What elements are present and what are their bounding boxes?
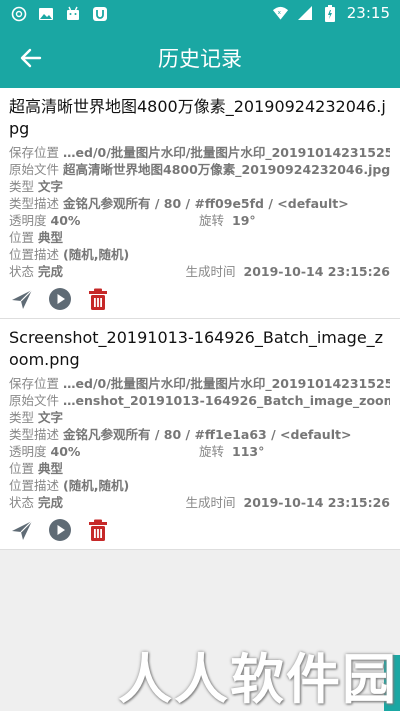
type-value: 文字 <box>38 410 64 425</box>
position-desc-label: 位置描述 <box>9 478 60 493</box>
position-row: 位置 典型 <box>9 460 390 477</box>
app-icon <box>91 5 108 22</box>
position-row: 位置 典型 <box>9 229 390 246</box>
share-icon[interactable] <box>10 518 34 542</box>
type-desc-value: 金铭凡参观所有 / 80 / #ff09e5fd / <default> <box>63 196 349 211</box>
position-value: 典型 <box>38 230 64 245</box>
position-desc-value: (随机,随机) <box>63 478 130 493</box>
status-bar: x 23:15 <box>0 0 400 28</box>
type-label: 类型 <box>9 179 35 194</box>
file-name: Screenshot_20191013-164926_Batch_image_z… <box>9 328 384 369</box>
signal-icon <box>297 5 314 22</box>
play-icon[interactable] <box>48 287 72 311</box>
rotate-label: 旋转 <box>199 444 225 459</box>
save-path-label: 保存位置 <box>9 376 60 391</box>
opacity-rotate-row: 透明度 40% 旋转 19° <box>9 212 390 229</box>
image-icon <box>37 5 54 22</box>
position-desc-label: 位置描述 <box>9 247 60 262</box>
position-desc-row: 位置描述 (随机,随机) <box>9 246 390 263</box>
rotate-value: 19° <box>232 213 256 228</box>
save-path-label: 保存位置 <box>9 145 60 160</box>
app-bar: 历史记录 <box>0 28 400 88</box>
position-label: 位置 <box>9 230 35 245</box>
file-name: 超高清晰世界地图4800万像素_20190924232046.jpg <box>9 97 386 138</box>
history-list: 超高清晰世界地图4800万像素_20190924232046.jpg 保存位置…… <box>0 88 400 550</box>
source-file-value: 超高清晰世界地图4800万像素_20190924232046.jpg <box>63 162 390 177</box>
time-label: 生成时间 <box>185 264 236 279</box>
type-desc-label: 类型描述 <box>9 196 60 211</box>
save-path-row: 保存位置 …ed/0/批量图片水印/批量图片水印_20191014231525 <box>9 144 390 161</box>
rotate-label: 旋转 <box>199 213 225 228</box>
type-row: 类型 文字 <box>9 178 390 195</box>
state-value: 完成 <box>38 495 64 510</box>
share-icon[interactable] <box>10 287 34 311</box>
type-desc-label: 类型描述 <box>9 427 60 442</box>
type-desc-value: 金铭凡参观所有 / 80 / #ff1e1a63 / <default> <box>63 427 352 442</box>
wifi-icon: x <box>272 5 289 22</box>
wechat-icon <box>10 5 27 22</box>
battery-icon <box>322 4 339 22</box>
state-time-row: 状态 完成 生成时间 2019-10-14 23:15:26 <box>9 494 390 511</box>
time-value: 2019-10-14 23:15:26 <box>243 495 391 510</box>
type-desc-row: 类型描述 金铭凡参观所有 / 80 / #ff09e5fd / <default> <box>9 195 390 212</box>
opacity-label: 透明度 <box>9 213 47 228</box>
time-value: 2019-10-14 23:15:26 <box>243 264 391 279</box>
history-card: 超高清晰世界地图4800万像素_20190924232046.jpg 保存位置…… <box>0 88 400 319</box>
save-path-value: …ed/0/批量图片水印/批量图片水印_20191014231525 <box>63 145 390 160</box>
type-value: 文字 <box>38 179 64 194</box>
state-time-row: 状态 完成 生成时间 2019-10-14 23:15:26 <box>9 263 390 280</box>
position-desc-row: 位置描述 (随机,随机) <box>9 477 390 494</box>
position-label: 位置 <box>9 461 35 476</box>
status-time: 23:15 <box>346 4 390 22</box>
source-file-row: 原始文件 超高清晰世界地图4800万像素_20190924232046.jpg <box>9 161 390 178</box>
opacity-value: 40% <box>50 213 81 228</box>
position-value: 典型 <box>38 461 64 476</box>
history-card: Screenshot_20191013-164926_Batch_image_z… <box>0 319 400 550</box>
delete-icon[interactable] <box>86 287 110 311</box>
play-icon[interactable] <box>48 518 72 542</box>
source-file-value: …enshot_20191013-164926_Batch_image_zoom… <box>63 393 390 408</box>
state-value: 完成 <box>38 264 64 279</box>
type-label: 类型 <box>9 410 35 425</box>
opacity-value: 40% <box>50 444 81 459</box>
position-desc-value: (随机,随机) <box>63 247 130 262</box>
opacity-label: 透明度 <box>9 444 47 459</box>
state-label: 状态 <box>9 264 35 279</box>
state-label: 状态 <box>9 495 35 510</box>
save-path-row: 保存位置 …ed/0/批量图片水印/批量图片水印_20191014231525 <box>9 375 390 392</box>
source-file-label: 原始文件 <box>9 162 60 177</box>
site-watermark: 人人软件园 <box>118 648 398 711</box>
card-actions <box>9 280 390 318</box>
time-label: 生成时间 <box>185 495 236 510</box>
source-file-label: 原始文件 <box>9 393 60 408</box>
android-icon <box>64 5 81 22</box>
opacity-rotate-row: 透明度 40% 旋转 113° <box>9 443 390 460</box>
rotate-value: 113° <box>232 444 265 459</box>
page-title: 历史记录 <box>158 47 242 71</box>
card-actions <box>9 511 390 549</box>
delete-icon[interactable] <box>86 518 110 542</box>
type-row: 类型 文字 <box>9 409 390 426</box>
type-desc-row: 类型描述 金铭凡参观所有 / 80 / #ff1e1a63 / <default> <box>9 426 390 443</box>
save-path-value: …ed/0/批量图片水印/批量图片水印_20191014231525 <box>63 376 390 391</box>
source-file-row: 原始文件 …enshot_20191013-164926_Batch_image_… <box>9 392 390 409</box>
